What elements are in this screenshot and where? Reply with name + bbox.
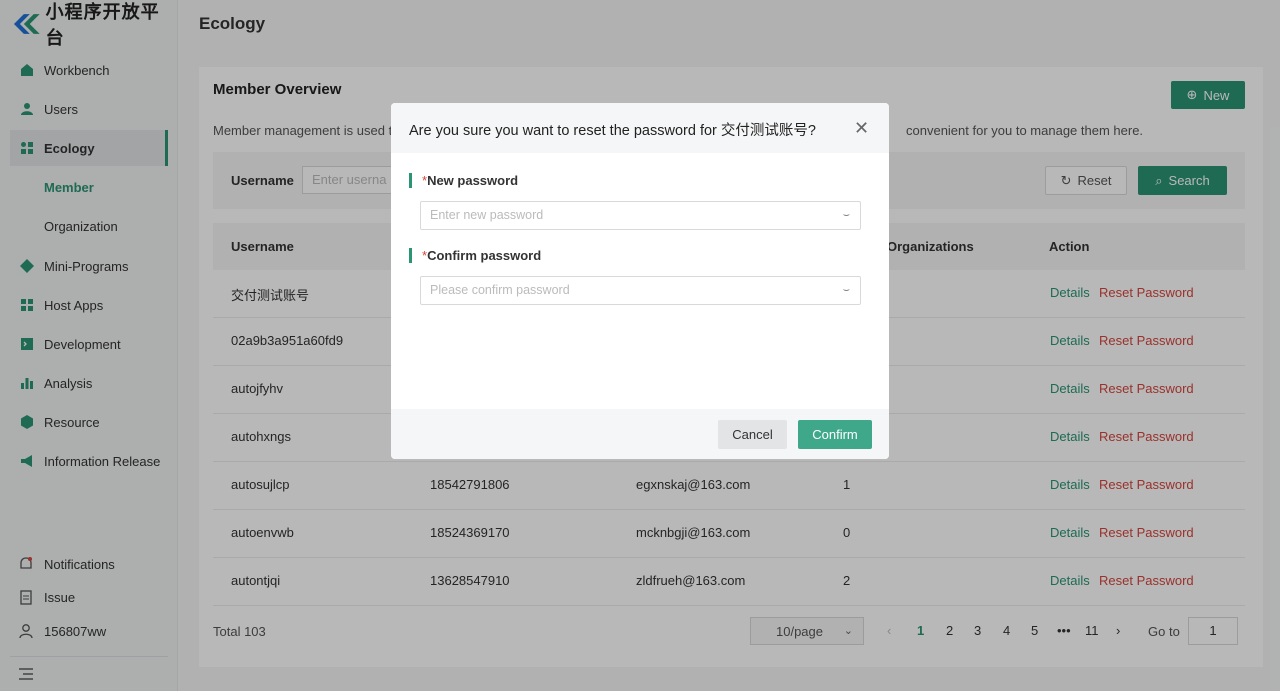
new-password-label-text: New password [427, 173, 519, 188]
confirm-password-input[interactable]: Please confirm password ⌣ [420, 276, 861, 305]
cancel-button[interactable]: Cancel [718, 420, 787, 449]
confirm-button[interactable]: Confirm [798, 420, 872, 449]
confirm-password-label-text: Confirm password [427, 248, 542, 263]
close-icon[interactable]: ✕ [854, 118, 869, 139]
new-password-input[interactable]: Enter new password ⌣ [420, 201, 861, 230]
confirm-password-label: *Confirm password [409, 248, 541, 263]
confirm-password-placeholder: Please confirm password [430, 283, 570, 297]
dialog-title: Are you sure you want to reset the passw… [409, 123, 816, 139]
eye-closed-icon[interactable]: ⌣ [843, 202, 850, 229]
eye-closed-icon[interactable]: ⌣ [843, 277, 850, 304]
dialog-footer: Cancel Confirm [391, 409, 889, 459]
new-password-label: *New password [409, 173, 518, 188]
new-password-placeholder: Enter new password [430, 208, 544, 222]
dialog-body: *New password Enter new password ⌣ *Conf… [391, 153, 889, 409]
reset-password-dialog: Are you sure you want to reset the passw… [391, 103, 889, 459]
